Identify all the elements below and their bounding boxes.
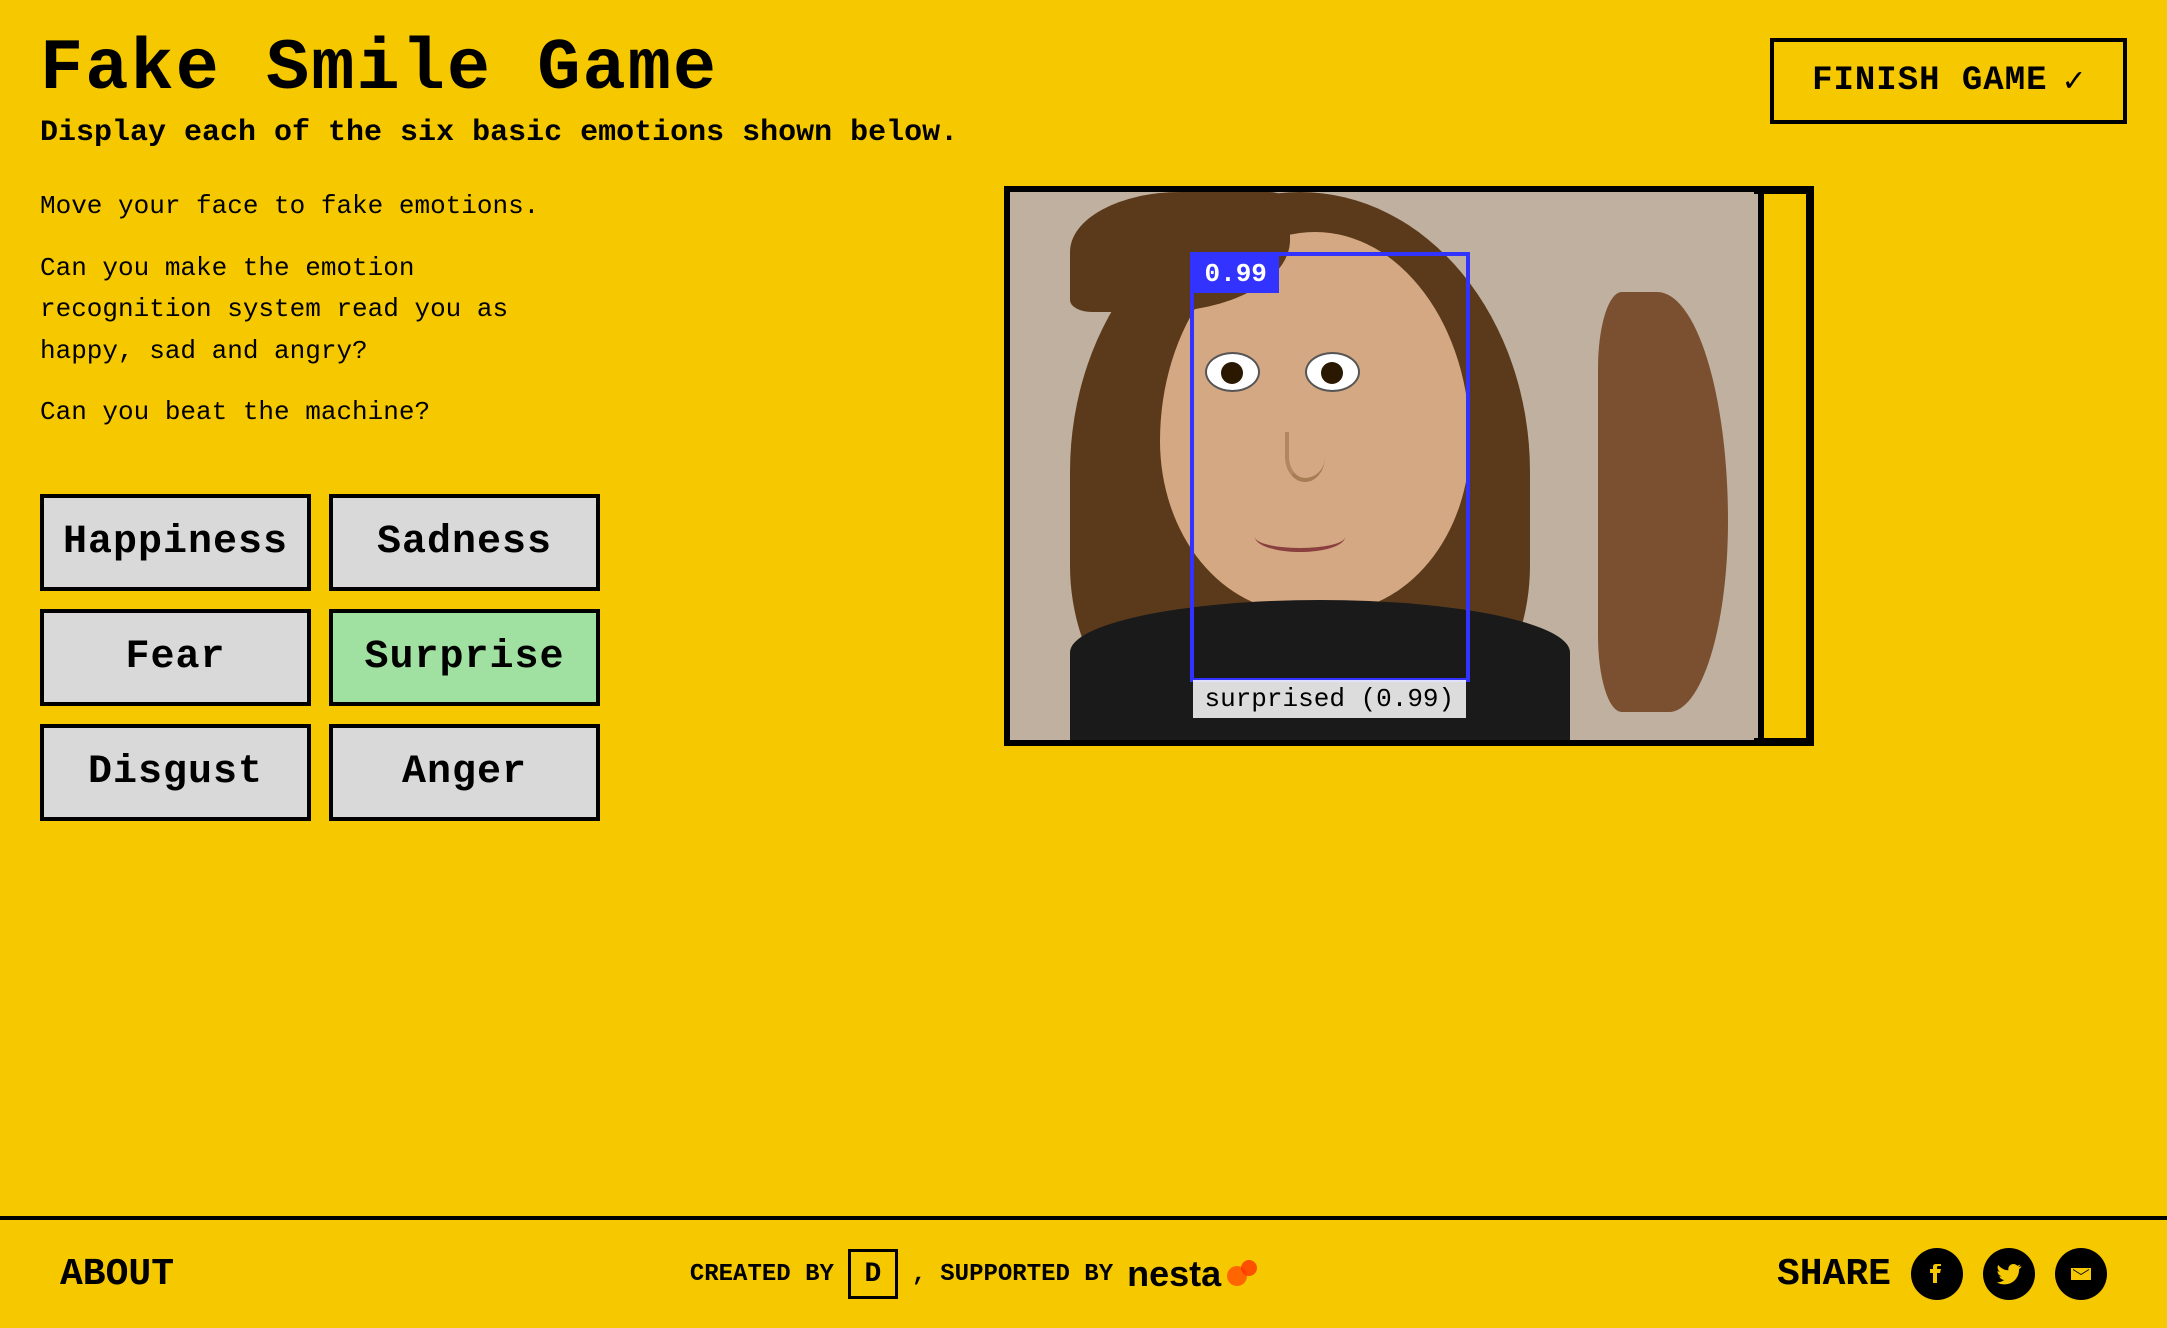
instruction-line1: Move your face to fake emotions.	[40, 186, 600, 228]
created-by-label: CREATED BY	[690, 1261, 834, 1288]
emotion-surprise-button[interactable]: Surprise	[329, 609, 600, 706]
left-panel: Move your face to fake emotions. Can you…	[40, 186, 600, 1196]
nesta-icon	[1225, 1256, 1261, 1292]
deco-corner-top-right	[1754, 186, 1814, 194]
finish-game-label: FINISH GAME	[1812, 62, 2047, 100]
nesta-logo: nesta	[1127, 1253, 1261, 1295]
camera-feed: 0.99 surprised (0.99)	[1004, 186, 1764, 746]
emotion-disgust-button[interactable]: Disgust	[40, 724, 311, 821]
footer: ABOUT CREATED BY D , SUPPORTED BY nesta …	[0, 1216, 2167, 1328]
footer-credits: CREATED BY D , SUPPORTED BY nesta	[690, 1249, 1261, 1299]
supported-by-label: SUPPORTED BY	[940, 1261, 1113, 1288]
instruction-line3: Can you beat the machine?	[40, 392, 600, 434]
finish-game-button[interactable]: FINISH GAME ✓	[1770, 38, 2127, 124]
instructions: Move your face to fake emotions. Can you…	[40, 186, 600, 454]
deco-corner-bottom-right	[1754, 738, 1814, 746]
share-label: SHARE	[1777, 1253, 1891, 1296]
footer-share: SHARE	[1777, 1248, 2107, 1300]
email-share-button[interactable]	[2055, 1248, 2107, 1300]
detection-emotion-label: surprised (0.99)	[1193, 680, 1467, 718]
right-panel: 0.99 surprised (0.99)	[640, 186, 2127, 1196]
confidence-badge: 0.99	[1193, 255, 1279, 293]
emotion-happiness-button[interactable]: Happiness	[40, 494, 311, 591]
emotion-anger-button[interactable]: Anger	[329, 724, 600, 821]
about-button[interactable]: ABOUT	[60, 1253, 174, 1296]
twitter-share-button[interactable]	[1983, 1248, 2035, 1300]
comma: ,	[912, 1261, 926, 1288]
facebook-icon	[1923, 1260, 1951, 1288]
email-icon	[2067, 1260, 2095, 1288]
emotion-grid: Happiness Sadness Fear Surprise Disgust …	[40, 494, 600, 821]
subtitle: Display each of the six basic emotions s…	[40, 116, 958, 150]
app-title: Fake Smile Game	[40, 28, 958, 110]
deco-vertical-line	[1806, 186, 1814, 746]
header-left: Fake Smile Game Display each of the six …	[40, 28, 958, 150]
emotion-sadness-button[interactable]: Sadness	[329, 494, 600, 591]
instruction-line2: Can you make the emotion recognition sys…	[40, 248, 600, 373]
facebook-share-button[interactable]	[1911, 1248, 1963, 1300]
main-content: Move your face to fake emotions. Can you…	[0, 166, 2167, 1216]
twitter-icon	[1995, 1260, 2023, 1288]
finish-checkmark-icon: ✓	[2064, 60, 2085, 102]
d-logo: D	[848, 1249, 898, 1299]
emotion-fear-button[interactable]: Fear	[40, 609, 311, 706]
nesta-text: nesta	[1127, 1253, 1221, 1295]
face-detection-box: 0.99 surprised (0.99)	[1190, 252, 1470, 682]
header: Fake Smile Game Display each of the six …	[0, 0, 2167, 166]
